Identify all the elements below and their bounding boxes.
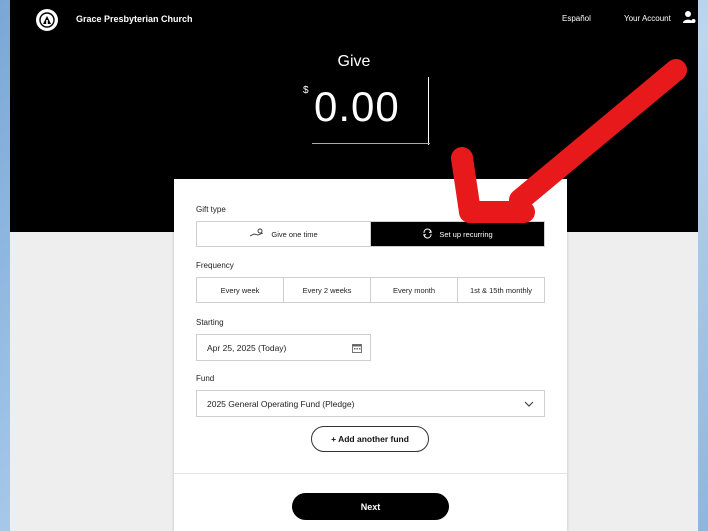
frequency-every-2-weeks[interactable]: Every 2 weeks: [284, 278, 371, 302]
currency-symbol: $: [303, 85, 309, 96]
fund-select-value: 2025 General Operating Fund (Pledge): [207, 398, 355, 409]
fund-label: Fund: [196, 374, 215, 383]
chevron-down-icon: [524, 400, 534, 410]
recurring-icon: [422, 228, 433, 241]
church-logo-icon[interactable]: [36, 9, 58, 31]
hand-coin-icon: [249, 228, 265, 240]
top-bar: Grace Presbyterian Church Español Your A…: [10, 0, 698, 40]
starting-label: Starting: [196, 318, 224, 327]
gift-type-label: Gift type: [196, 205, 226, 214]
app-frame: Grace Presbyterian Church Español Your A…: [10, 0, 698, 531]
amount-underline: [312, 143, 430, 144]
gift-type-toggle: Give one time Set up recurring: [196, 221, 545, 247]
amount-input[interactable]: $ 0.00: [303, 77, 430, 145]
frequency-options: Every week Every 2 weeks Every month 1st…: [196, 277, 545, 303]
give-title: Give: [337, 53, 371, 70]
add-another-fund-button[interactable]: + Add another fund: [311, 426, 429, 452]
starting-date-field[interactable]: Apr 25, 2025 (Today): [196, 334, 371, 361]
user-account-icon[interactable]: [682, 10, 696, 29]
set-up-recurring-option[interactable]: Set up recurring: [371, 222, 544, 246]
frequency-label: Frequency: [196, 261, 234, 270]
calendar-icon[interactable]: [352, 343, 362, 355]
frequency-1st-15th-monthly[interactable]: 1st & 15th monthly: [458, 278, 544, 302]
give-form-card: Gift type Give one time Set up recurring…: [174, 179, 567, 531]
divider: [174, 473, 567, 474]
language-link[interactable]: Español: [562, 14, 591, 23]
church-name[interactable]: Grace Presbyterian Church: [76, 14, 193, 24]
fund-select[interactable]: 2025 General Operating Fund (Pledge): [196, 390, 545, 417]
next-button[interactable]: Next: [292, 493, 449, 520]
text-caret: [428, 77, 429, 145]
give-one-time-label: Give one time: [271, 229, 318, 239]
frequency-every-month[interactable]: Every month: [371, 278, 458, 302]
starting-date-value: Apr 25, 2025 (Today): [207, 342, 287, 353]
set-up-recurring-label: Set up recurring: [439, 229, 493, 239]
account-link[interactable]: Your Account: [624, 14, 671, 23]
frequency-every-week[interactable]: Every week: [197, 278, 284, 302]
give-one-time-option[interactable]: Give one time: [197, 222, 371, 246]
amount-value[interactable]: 0.00: [314, 83, 400, 131]
